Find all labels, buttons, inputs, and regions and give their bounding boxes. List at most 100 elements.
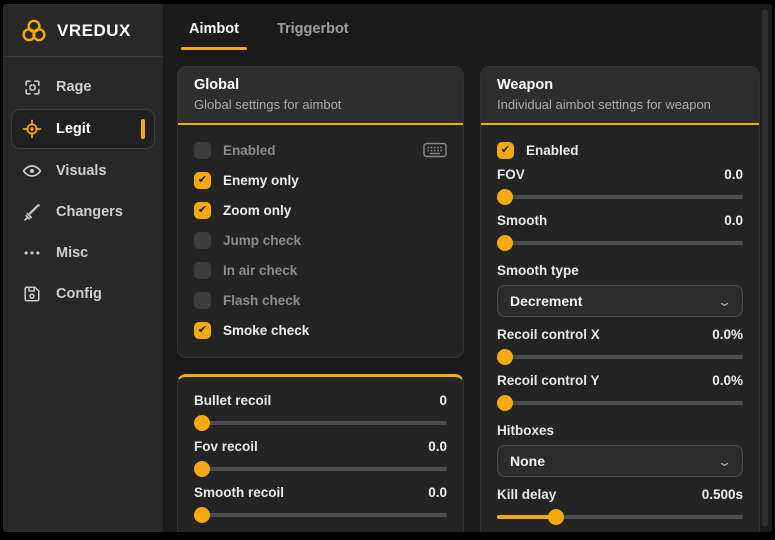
slider-value: 0 (439, 393, 447, 408)
slider-head: FOV 0.0 (497, 167, 743, 187)
checkbox-row[interactable]: Enabled (194, 135, 447, 165)
recoil-panel: Bullet recoil 0 Fov recoil 0.0 Smooth re… (177, 374, 464, 532)
select-dropdown[interactable]: None ⌄ (497, 445, 743, 477)
tab-aimbot[interactable]: Aimbot (187, 17, 241, 41)
app-window: VREDUX Rage Legit Visuals Changers Misc Confi… (3, 4, 772, 532)
sidebar-item-label: Rage (56, 79, 91, 95)
panel-subtitle: Individual aimbot settings for weapon (497, 97, 743, 112)
checkbox-row[interactable]: Smoke check (194, 315, 447, 345)
slider-head: Smooth 0.0 (497, 213, 743, 233)
tab-triggerbot[interactable]: Triggerbot (275, 17, 351, 41)
slider-label: Smooth (497, 213, 547, 228)
sidebar-divider (3, 56, 163, 57)
slider-track[interactable] (497, 241, 743, 245)
weapon-panel-header: Weapon Individual aimbot settings for we… (481, 67, 759, 125)
slider-head: Recoil control X 0.0% (497, 327, 743, 347)
active-indicator (141, 119, 145, 139)
right-column: Weapon Individual aimbot settings for we… (480, 66, 760, 532)
slider-track[interactable] (194, 513, 447, 517)
checkbox-label: Enemy only (223, 173, 299, 188)
slider-head: Bullet recoil 0 (194, 393, 447, 413)
slider-handle[interactable] (497, 349, 513, 365)
main-content: Aimbot Triggerbot Global Global settings … (163, 4, 772, 532)
slider-track[interactable] (497, 195, 743, 199)
sidebar-item-label: Visuals (56, 163, 107, 179)
legit-target-icon (22, 119, 42, 139)
slider-handle[interactable] (194, 507, 210, 523)
slider-value: 0.0 (428, 439, 447, 454)
panel-title: Weapon (497, 77, 743, 93)
checkbox-row[interactable]: Jump check (194, 225, 447, 255)
checkbox[interactable] (194, 202, 211, 219)
slider-row: Kill delay 0.500s (497, 487, 743, 519)
sidebar-item-misc[interactable]: Misc (11, 234, 155, 272)
chevron-down-icon: ⌄ (717, 455, 732, 468)
checkbox-row[interactable]: Enemy only (194, 165, 447, 195)
slider-label: Smooth recoil (194, 485, 284, 500)
sidebar: VREDUX Rage Legit Visuals Changers Misc Confi… (3, 4, 163, 532)
slider-label: Recoil control Y (497, 373, 600, 388)
checkbox-label: Flash check (223, 293, 300, 308)
panel-subtitle: Global settings for aimbot (194, 97, 447, 112)
select-dropdown[interactable]: Decrement ⌄ (497, 285, 743, 317)
sidebar-item-legit[interactable]: Legit (11, 109, 155, 149)
select-value: None (510, 453, 545, 469)
slider-row: Recoil control Y 0.0% (497, 373, 743, 405)
select-row: Smooth type Decrement ⌄ (497, 259, 743, 317)
slider-track[interactable] (194, 421, 447, 425)
slider-handle[interactable] (497, 395, 513, 411)
slider-label: Recoil control X (497, 327, 600, 342)
slider-track[interactable] (497, 515, 743, 519)
slider-handle[interactable] (497, 235, 513, 251)
checkbox[interactable] (194, 142, 211, 159)
app-title: VREDUX (57, 21, 131, 41)
slider-row: FOV 0.0 (497, 167, 743, 199)
checkbox-row[interactable]: Enabled (497, 135, 743, 165)
sidebar-nav: Rage Legit Visuals Changers Misc Config (3, 65, 163, 316)
slider-track[interactable] (497, 401, 743, 405)
recoil-panel-body: Bullet recoil 0 Fov recoil 0.0 Smooth re… (178, 377, 463, 532)
slider-value: 0.0 (724, 167, 743, 182)
checkbox[interactable] (194, 292, 211, 309)
sidebar-item-label: Misc (56, 245, 88, 261)
slider-value: 0.0 (724, 213, 743, 228)
slider-row: Smooth recoil 0.0 (194, 485, 447, 517)
sidebar-item-label: Legit (56, 121, 91, 137)
slider-handle[interactable] (497, 189, 513, 205)
keyboard-icon[interactable] (423, 141, 447, 159)
slider-head: Kill delay 0.500s (497, 487, 743, 507)
scrollbar[interactable] (762, 9, 768, 527)
checkbox-label: Zoom only (223, 203, 291, 218)
slider-handle[interactable] (194, 461, 210, 477)
chevron-down-icon: ⌄ (717, 295, 732, 308)
sidebar-item-rage[interactable]: Rage (11, 68, 155, 106)
checkbox[interactable] (194, 262, 211, 279)
checkbox[interactable] (194, 322, 211, 339)
checkbox[interactable] (194, 232, 211, 249)
eye-icon (22, 161, 42, 181)
global-panel: Global Global settings for aimbot Enable… (177, 66, 464, 358)
checkbox-row[interactable]: Flash check (194, 285, 447, 315)
slider-handle[interactable] (548, 509, 564, 525)
slider-head: Recoil control Y 0.0% (497, 373, 743, 393)
panel-title: Global (194, 77, 447, 93)
sidebar-item-label: Config (56, 286, 102, 302)
slider-label: FOV (497, 167, 525, 182)
checkbox[interactable] (194, 172, 211, 189)
checkbox-row[interactable]: In air check (194, 255, 447, 285)
checkbox-label: Smoke check (223, 323, 309, 338)
sidebar-item-label: Changers (56, 204, 123, 220)
slider-row: Recoil control X 0.0% (497, 327, 743, 359)
select-label: Smooth type (497, 259, 743, 281)
dots-icon (22, 243, 42, 263)
sidebar-item-visuals[interactable]: Visuals (11, 152, 155, 190)
rage-crosshair-icon (22, 77, 42, 97)
slider-handle[interactable] (194, 415, 210, 431)
slider-row: Fov recoil 0.0 (194, 439, 447, 471)
sidebar-item-changers[interactable]: Changers (11, 193, 155, 231)
checkbox-row[interactable]: Zoom only (194, 195, 447, 225)
slider-track[interactable] (194, 467, 447, 471)
slider-track[interactable] (497, 355, 743, 359)
checkbox[interactable] (497, 142, 514, 159)
sidebar-item-config[interactable]: Config (11, 275, 155, 313)
